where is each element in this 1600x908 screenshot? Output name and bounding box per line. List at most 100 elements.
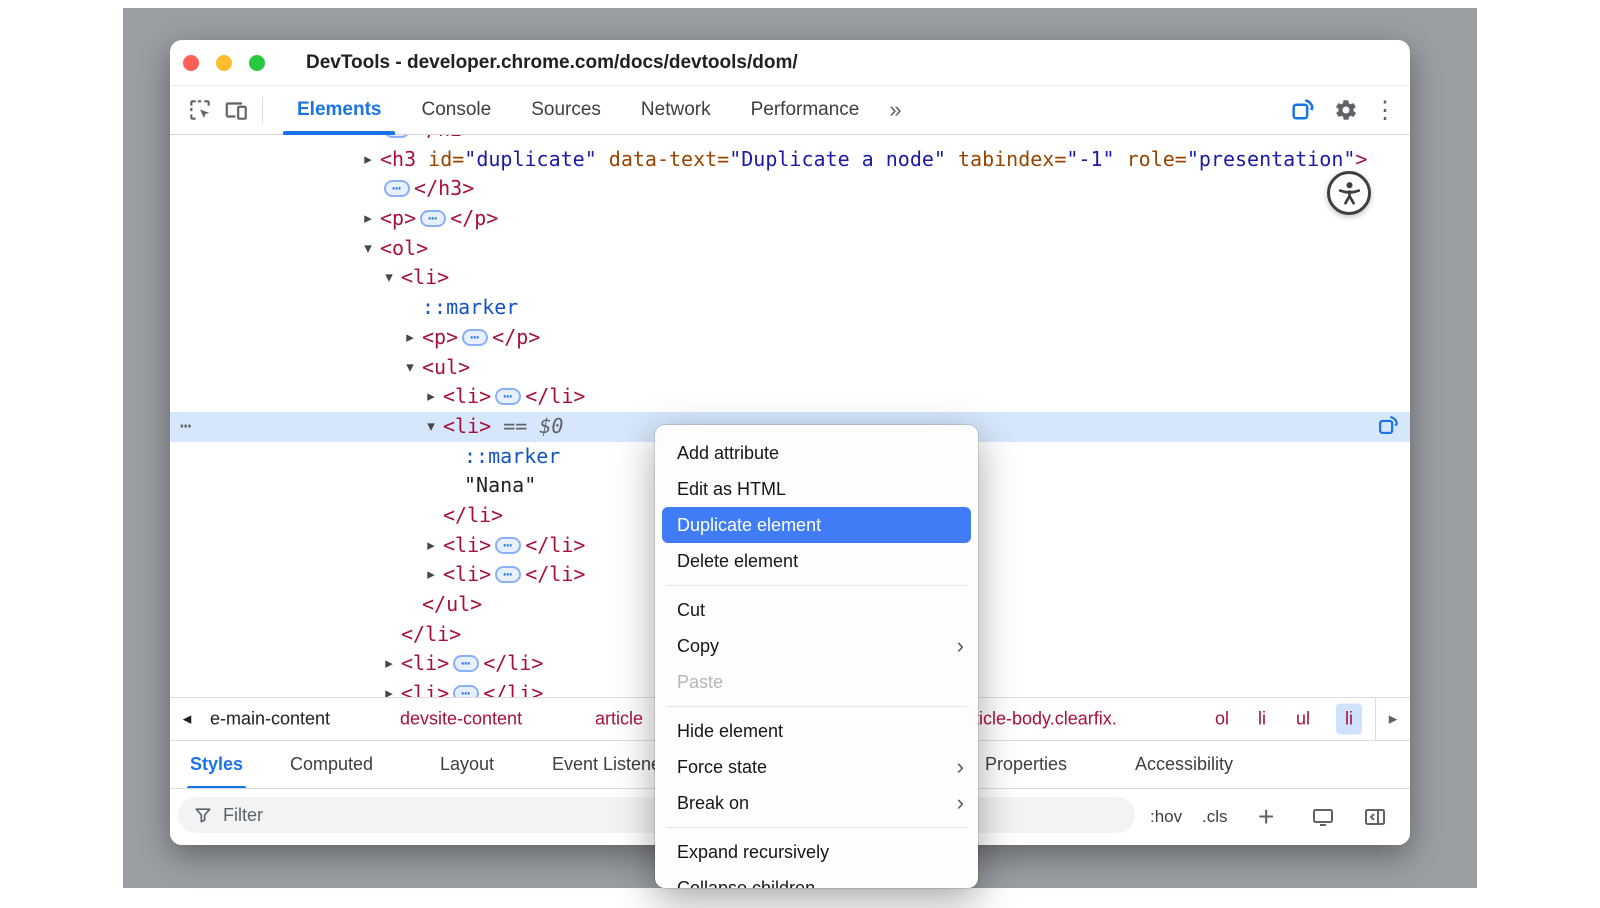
menu-item-expand-recursively[interactable]: Expand recursively: [655, 834, 978, 870]
collapsed-content-icon[interactable]: ⋯: [420, 210, 446, 227]
tab-sources[interactable]: Sources: [511, 86, 621, 135]
dock-side-button[interactable]: [1362, 805, 1388, 829]
new-style-rule-button[interactable]: +: [1258, 801, 1274, 833]
menu-item-edit-as-html[interactable]: Edit as HTML: [655, 471, 978, 507]
expand-arrow-icon[interactable]: ▸: [422, 560, 440, 590]
tab-performance[interactable]: Performance: [731, 86, 880, 135]
tree-row[interactable]: ▾<li>: [170, 263, 1410, 293]
tab-layout[interactable]: Layout: [440, 741, 494, 789]
collapsed-content-icon[interactable]: ⋯: [453, 655, 479, 672]
main-toolbar: ElementsConsoleSourcesNetworkPerformance…: [170, 86, 1410, 135]
tree-row[interactable]: ▸<p>⋯</p>: [170, 323, 1410, 353]
expand-arrow-icon[interactable]: ▸: [422, 382, 440, 412]
collapsed-content-icon[interactable]: ⋯: [462, 329, 488, 346]
breadcrumb-item-ul[interactable]: ul: [1296, 709, 1310, 730]
code-token: </li>: [401, 622, 461, 646]
breadcrumb-item-e-main-content[interactable]: e-main-content: [210, 709, 330, 730]
dock-side-icon: [1362, 805, 1388, 829]
tab-elements[interactable]: Elements: [277, 86, 401, 135]
tree-row[interactable]: ▸<h3 id="duplicate" data-text="Duplicate…: [170, 145, 1410, 175]
code-token: <p>: [422, 325, 458, 349]
breadcrumb-item-li[interactable]: li: [1336, 704, 1362, 735]
tree-row[interactable]: ▾<ol>: [170, 234, 1410, 264]
minimize-button[interactable]: [216, 55, 232, 71]
code-token: <li>: [443, 533, 491, 557]
device-toolbar-button[interactable]: [218, 92, 254, 128]
tab-properties[interactable]: Properties: [985, 741, 1067, 789]
tree-row[interactable]: ▸<li>⋯</li>: [170, 382, 1410, 412]
collapsed-content-icon[interactable]: ⋯: [384, 180, 410, 197]
collapsed-content-icon[interactable]: ⋯: [384, 135, 410, 138]
breadcrumb-item-article-body-clearfix[interactable]: article-body.clearfix.: [958, 709, 1117, 730]
menu-item-add-attribute[interactable]: Add attribute: [655, 435, 978, 471]
inspect-element-button[interactable]: [182, 92, 218, 128]
menu-item-force-state[interactable]: Force state›: [655, 749, 978, 785]
tree-row[interactable]: ::marker: [170, 293, 1410, 323]
collapsed-content-icon[interactable]: ⋯: [495, 537, 521, 554]
menu-item-copy[interactable]: Copy›: [655, 628, 978, 664]
rendering-monitor-button[interactable]: [1310, 805, 1336, 829]
tab-accessibility[interactable]: Accessibility: [1135, 741, 1233, 789]
menu-item-cut[interactable]: Cut: [655, 592, 978, 628]
square-refresh-button[interactable]: [1284, 92, 1320, 128]
code-token: [1115, 147, 1127, 171]
tab-network[interactable]: Network: [621, 86, 731, 135]
expand-arrow-icon[interactable]: ▸: [380, 649, 398, 679]
more-tabs-button[interactable]: »: [879, 97, 911, 123]
zoom-button[interactable]: [249, 55, 265, 71]
collapse-arrow-icon[interactable]: ▾: [380, 263, 398, 293]
tree-row[interactable]: ⋯ </h2>: [170, 135, 1410, 145]
code-token: </li>: [443, 503, 503, 527]
collapsed-content-icon[interactable]: ⋯: [453, 685, 479, 697]
breadcrumb-scroll-right-button[interactable]: ▸: [1375, 698, 1410, 740]
collapse-arrow-icon[interactable]: ▾: [359, 234, 377, 264]
breadcrumb-item-devsite-content[interactable]: devsite-content: [400, 709, 522, 730]
breadcrumb-item-ol[interactable]: ol: [1215, 709, 1229, 730]
code-token: <li>: [401, 681, 449, 697]
menu-item-label: Copy: [677, 636, 719, 657]
toggle-element-state-button[interactable]: :hov: [1150, 807, 1182, 827]
tab-computed[interactable]: Computed: [290, 741, 373, 789]
menu-item-collapse-children[interactable]: Collapse children: [655, 870, 978, 888]
menu-item-paste[interactable]: Paste: [655, 664, 978, 700]
row-overflow-icon[interactable]: ⋯: [180, 412, 194, 442]
titlebar: DevTools - developer.chrome.com/docs/dev…: [170, 40, 1410, 86]
tab-console[interactable]: Console: [401, 86, 511, 135]
code-token: data-text=: [609, 147, 729, 171]
menu-item-break-on[interactable]: Break on›: [655, 785, 978, 821]
menu-item-duplicate-element[interactable]: Duplicate element: [662, 507, 971, 543]
tab-styles[interactable]: Styles: [190, 741, 243, 789]
code-token: [597, 147, 609, 171]
collapsed-content-icon[interactable]: ⋯: [495, 566, 521, 583]
toggle-class-button[interactable]: .cls: [1202, 807, 1228, 827]
tree-row[interactable]: ▸<p>⋯</p>: [170, 204, 1410, 234]
kebab-menu-button[interactable]: ⋮: [1372, 92, 1398, 128]
menu-divider: [666, 706, 967, 707]
expand-arrow-icon[interactable]: ▸: [359, 145, 377, 175]
monitor-icon: [1310, 805, 1336, 829]
collapse-arrow-icon[interactable]: ▾: [401, 353, 419, 383]
code-token: </h2>: [414, 135, 474, 141]
close-button[interactable]: [183, 55, 199, 71]
collapsed-content-icon[interactable]: ⋯: [495, 388, 521, 405]
expand-arrow-icon[interactable]: ▸: [401, 323, 419, 353]
code-token: </p>: [450, 206, 498, 230]
menu-item-hide-element[interactable]: Hide element: [655, 713, 978, 749]
tree-row[interactable]: ▾<ul>: [170, 353, 1410, 383]
collapse-arrow-icon[interactable]: ▾: [422, 412, 440, 442]
expand-arrow-icon[interactable]: ▸: [422, 531, 440, 561]
expand-arrow-icon[interactable]: ▸: [380, 679, 398, 697]
menu-item-label: Paste: [677, 672, 723, 693]
tree-row[interactable]: ⋯</h3>: [170, 174, 1410, 204]
code-token: ::marker: [422, 295, 518, 319]
breadcrumb-item-article[interactable]: article: [595, 709, 643, 730]
expand-arrow-icon[interactable]: ▸: [359, 204, 377, 234]
menu-item-label: Force state: [677, 757, 767, 778]
code-token: </li>: [525, 384, 585, 408]
code-token: >: [1355, 147, 1367, 171]
toolbar-right-group: ⋮: [1284, 92, 1398, 128]
code-token: </li>: [483, 651, 543, 675]
menu-item-delete-element[interactable]: Delete element: [655, 543, 978, 579]
settings-gear-button[interactable]: [1328, 92, 1364, 128]
breadcrumb-item-li[interactable]: li: [1258, 709, 1266, 730]
